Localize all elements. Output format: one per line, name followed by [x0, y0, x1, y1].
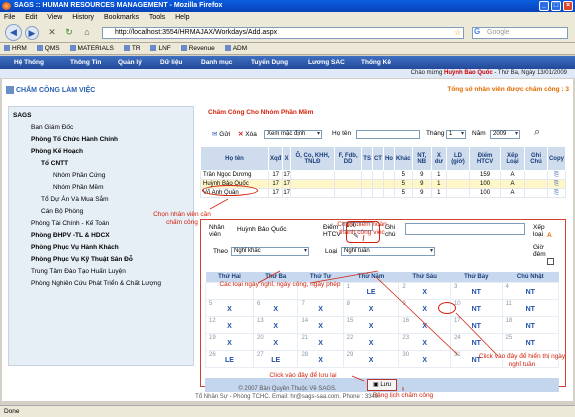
tree-node[interactable]: SAGS	[13, 112, 31, 119]
nav-danh-muc[interactable]: Danh mục	[201, 56, 232, 69]
nav-thong-tin[interactable]: Thông Tin	[70, 56, 101, 69]
bookmark-icon	[180, 45, 187, 51]
search-input[interactable]: Google	[472, 27, 568, 39]
annotation-arrows	[209, 198, 499, 391]
bookmark-revenue[interactable]: Revenue	[180, 45, 215, 52]
window-title-bar: SAGS :: HUMAN RESOURCES MANAGEMENT - Moz…	[0, 0, 575, 12]
employee-count-note: Tổng số nhân viên được chấm công : 3	[447, 86, 569, 93]
current-user: Huỳnh Bảo Quốc	[444, 70, 493, 76]
tree-node[interactable]: Phòng Phục Vụ Kỹ Thuật Sân Đỗ	[31, 256, 133, 263]
menu-edit[interactable]: Edit	[25, 14, 37, 21]
app-main-nav: Hệ Thống Thông Tin Quản lý Dữ liệu Danh …	[0, 56, 575, 69]
tree-node[interactable]: Phòng Tài Chính - Kế Toán	[31, 220, 109, 227]
tree-node[interactable]: Nhóm Phần Mềm	[53, 184, 104, 191]
tree-node[interactable]: Cán Bộ Phòng	[41, 208, 83, 215]
bookmark-lnf[interactable]: LNF	[150, 45, 171, 52]
menu-bar: File Edit View History Bookmarks Tools H…	[0, 12, 575, 23]
timesheet-panel: Chấm Công Cho Nhóm Phần Mềm ✉ Gửi ✕ Xóa …	[153, 101, 570, 399]
url-input[interactable]: http://localhost:3554/HRMAJAX/Workdays/A…	[102, 27, 464, 39]
bookmark-qms[interactable]: QMS	[36, 45, 60, 52]
menu-tools[interactable]: Tools	[149, 14, 165, 21]
bookmark-icon	[36, 45, 43, 51]
menu-help[interactable]: Help	[175, 14, 189, 21]
tree-node[interactable]: Phòng Kế Hoạch	[31, 148, 83, 155]
status-bar: Done	[0, 405, 575, 417]
navigation-toolbar: ◀ ▶ ✕ ↻ ⌂ http://localhost:3554/HRMAJAX/…	[0, 23, 575, 43]
close-window-button[interactable]: ×	[563, 1, 573, 11]
firefox-icon	[2, 2, 11, 10]
footer: © 2007 Bản Quyền Thuộc Về SAGS. Tổ Nhân …	[2, 385, 573, 401]
bookmark-icon	[150, 45, 157, 51]
maximize-button[interactable]: □	[551, 1, 561, 11]
nav-du-lieu[interactable]: Dữ liệu	[160, 56, 182, 69]
bookmark-icon	[123, 45, 130, 51]
nav-luong-sac[interactable]: Lương SAC	[308, 56, 345, 69]
menu-view[interactable]: View	[47, 14, 62, 21]
footer-contact: Tổ Nhân Sự - Phòng TCHC. Email: hr@sags-…	[195, 394, 380, 400]
tree-node[interactable]: Tổ Dự Án Và Mua Sắm	[41, 196, 109, 203]
greeting-prefix: Chào mừng	[410, 70, 443, 76]
menu-history[interactable]: History	[72, 14, 94, 21]
bookmark-adm[interactable]: ADM	[224, 45, 247, 52]
bookmarks-toolbar: HRM QMS MATERIALS TR LNF Revenue ADM	[0, 43, 575, 55]
bookmark-hrm[interactable]: HRM	[4, 45, 27, 52]
google-icon: G	[474, 27, 481, 36]
footer-copyright: © 2007 Bản Quyền Thuộc Về SAGS.	[238, 386, 337, 392]
bookmark-icon	[4, 45, 10, 51]
department-tree: SAGS Ban Giám Đốc Phòng Tổ Chức Hành Chí…	[8, 106, 194, 366]
window-title: SAGS :: HUMAN RESOURCES MANAGEMENT - Moz…	[14, 2, 223, 9]
menu-file[interactable]: File	[4, 14, 15, 21]
tree-node[interactable]: Phòng Nghiên Cứu Phát Triển & Chất Lượng	[31, 280, 161, 287]
tree-node[interactable]: Trung Tâm Đào Tạo Huấn Luyện	[31, 268, 126, 275]
bookmark-icon	[224, 45, 231, 51]
bookmark-materials[interactable]: MATERIALS	[69, 45, 114, 52]
greeting-bar: Chào mừng Huỳnh Bảo Quốc - Thứ Ba, Ngày …	[0, 69, 575, 78]
tree-node[interactable]: Nhóm Phần Cứng	[53, 172, 105, 179]
tree-node[interactable]: Tổ CNTT	[41, 160, 68, 167]
tree-node[interactable]: Phòng Phục Vụ Hành Khách	[31, 244, 119, 251]
stop-icon[interactable]: ✕	[45, 26, 59, 40]
nav-thong-ke[interactable]: Thống Kê	[361, 56, 391, 69]
page-title: CHẤM CÔNG LÀM VIỆC	[16, 87, 96, 94]
reload-icon[interactable]: ↻	[62, 26, 76, 40]
nav-tuyen-dung[interactable]: Tuyển Dụng	[251, 56, 288, 69]
nav-he-thong[interactable]: Hệ Thống	[14, 56, 44, 69]
tree-node[interactable]: Ban Giám Đốc	[31, 124, 73, 131]
minimize-button[interactable]: _	[539, 1, 549, 11]
menu-bookmarks[interactable]: Bookmarks	[104, 14, 139, 21]
home-icon[interactable]: ⌂	[80, 26, 94, 40]
bookmark-tr[interactable]: TR	[123, 45, 141, 52]
tree-node[interactable]: Phòng ĐHPV -TL & HDCX	[31, 232, 110, 239]
tree-node[interactable]: Phòng Tổ Chức Hành Chính	[31, 136, 118, 143]
nav-quan-ly[interactable]: Quản lý	[118, 56, 142, 69]
forward-icon[interactable]: ▶	[25, 26, 39, 40]
current-date: - Thứ Ba, Ngày 13/01/2009	[494, 70, 567, 76]
page-body: CHẤM CÔNG LÀM VIỆC Tổng số nhân viên đượ…	[2, 79, 573, 401]
bookmark-star-icon[interactable]: ☆	[454, 28, 461, 37]
back-icon[interactable]: ◀	[5, 24, 22, 41]
page-icon	[6, 86, 14, 94]
bookmark-icon	[69, 45, 76, 51]
